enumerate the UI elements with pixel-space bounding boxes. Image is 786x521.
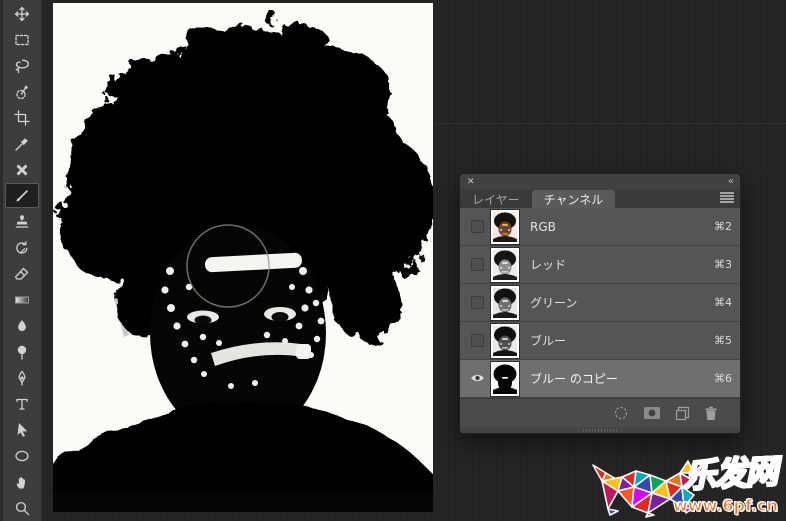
channel-shortcut: ⌘3: [714, 258, 732, 271]
photoshop-workspace: ✕ « レイヤー チャンネル RGB ⌘2 レッド ⌘3 グリーン ⌘4 ブルー…: [0, 0, 786, 521]
channel-thumbnail-green: [491, 285, 519, 320]
portrait-artwork: [53, 3, 433, 512]
panel-tab-bar: レイヤー チャンネル: [460, 190, 740, 208]
hand-tool[interactable]: [5, 469, 39, 494]
crop-tool[interactable]: [5, 105, 39, 130]
visibility-empty-box: [470, 296, 484, 309]
visibility-toggle[interactable]: [466, 372, 488, 386]
channel-shortcut: ⌘2: [714, 220, 732, 233]
eye-icon: [470, 372, 485, 386]
eraser-icon: [13, 265, 31, 283]
blur-icon: [13, 317, 31, 335]
channel-row-blue-copy[interactable]: ブルー のコピー ⌘6: [460, 360, 740, 398]
watermark-site-url: www.6pf.cn: [672, 496, 778, 516]
delete-channel-button[interactable]: [704, 406, 718, 421]
channel-thumbnail-blue: [491, 323, 519, 358]
hamburger-icon: [720, 192, 734, 206]
dodge-tool[interactable]: [5, 339, 39, 364]
tab-spacer: [615, 190, 714, 208]
panel-footer: [460, 398, 740, 427]
channel-name: グリーン: [530, 296, 578, 310]
eyedropper-icon: [13, 135, 31, 153]
channel-shortcut: ⌘5: [714, 334, 732, 347]
panel-menu-button[interactable]: [714, 190, 740, 208]
eraser-tool[interactable]: [5, 261, 39, 286]
watermark-site-name: 乐发网: [681, 451, 778, 497]
type-tool[interactable]: [5, 391, 39, 416]
channel-name: ブルー のコピー: [530, 372, 618, 386]
load-selection-button[interactable]: [613, 405, 629, 421]
pen-tool[interactable]: [5, 365, 39, 390]
gradient-tool[interactable]: [5, 287, 39, 312]
marquee-tool[interactable]: [5, 27, 39, 52]
panel-titlebar[interactable]: ✕ «: [460, 174, 740, 190]
brush-icon: [13, 187, 31, 205]
channel-row-rgb[interactable]: RGB ⌘2: [460, 208, 740, 246]
channel-shortcut: ⌘4: [714, 296, 732, 309]
close-icon[interactable]: ✕: [467, 177, 475, 187]
channel-row-red[interactable]: レッド ⌘3: [460, 246, 740, 284]
channels-panel: ✕ « レイヤー チャンネル RGB ⌘2 レッド ⌘3 グリーン ⌘4 ブルー…: [459, 173, 741, 434]
channel-row-green[interactable]: グリーン ⌘4: [460, 284, 740, 322]
panel-resize-grip[interactable]: [460, 427, 740, 433]
spot-healing-icon: [13, 161, 31, 179]
channel-thumbnail-blue-copy: [491, 361, 519, 396]
hand-icon: [13, 473, 31, 491]
tool-palette: [0, 0, 42, 521]
history-brush-icon: [13, 239, 31, 257]
quick-selection-icon: [13, 83, 31, 101]
visibility-toggle[interactable]: [466, 220, 488, 233]
type-icon: [13, 395, 31, 413]
path-selection-tool[interactable]: [5, 417, 39, 442]
spot-healing-brush-tool[interactable]: [5, 157, 39, 182]
ellipse-shape-tool[interactable]: [5, 443, 39, 468]
ellipse-icon: [13, 447, 31, 465]
zoom-tool[interactable]: [5, 495, 39, 520]
create-new-channel-button[interactable]: [675, 406, 690, 421]
collapse-icon[interactable]: «: [728, 177, 734, 187]
marquee-icon: [13, 31, 31, 49]
channel-name: ブルー: [530, 334, 567, 348]
channel-shortcut: ⌘6: [714, 372, 732, 385]
channel-name: レッド: [530, 258, 567, 272]
channel-thumbnail-rgb: [491, 209, 519, 244]
save-selection-as-channel-button[interactable]: [643, 406, 661, 420]
visibility-toggle[interactable]: [466, 258, 488, 271]
visibility-empty-box: [470, 334, 484, 347]
pen-icon: [13, 369, 31, 387]
background-divider: [433, 123, 786, 124]
document-canvas[interactable]: [53, 3, 433, 512]
tab-channels[interactable]: チャンネル: [531, 190, 616, 208]
channel-thumbnail-red: [491, 247, 519, 282]
dodge-icon: [13, 343, 31, 361]
quick-selection-tool[interactable]: [5, 79, 39, 104]
zoom-icon: [13, 499, 31, 517]
grip-lines: [583, 428, 617, 432]
channel-row-blue[interactable]: ブルー ⌘5: [460, 322, 740, 360]
visibility-toggle[interactable]: [466, 334, 488, 347]
blur-tool[interactable]: [5, 313, 39, 338]
path-selection-icon: [13, 421, 31, 439]
move-tool[interactable]: [5, 1, 39, 26]
clone-stamp-icon: [13, 213, 31, 231]
watermark: 乐发网 www.6pf.cn: [588, 451, 786, 521]
lasso-tool[interactable]: [5, 53, 39, 78]
crop-icon: [13, 109, 31, 127]
visibility-empty-box: [470, 258, 484, 271]
visibility-toggle[interactable]: [466, 296, 488, 309]
history-brush-tool[interactable]: [5, 235, 39, 260]
brush-tool[interactable]: [5, 183, 39, 208]
gradient-icon: [13, 291, 31, 309]
channel-list: RGB ⌘2 レッド ⌘3 グリーン ⌘4 ブルー ⌘5 ブルー のコピー ⌘6: [460, 208, 740, 398]
tab-layers[interactable]: レイヤー: [460, 190, 532, 208]
clone-stamp-tool[interactable]: [5, 209, 39, 234]
visibility-empty-box: [470, 220, 484, 233]
eyedropper-tool[interactable]: [5, 131, 39, 156]
lasso-icon: [13, 57, 31, 75]
channel-name: RGB: [530, 219, 556, 234]
move-icon: [13, 5, 31, 23]
